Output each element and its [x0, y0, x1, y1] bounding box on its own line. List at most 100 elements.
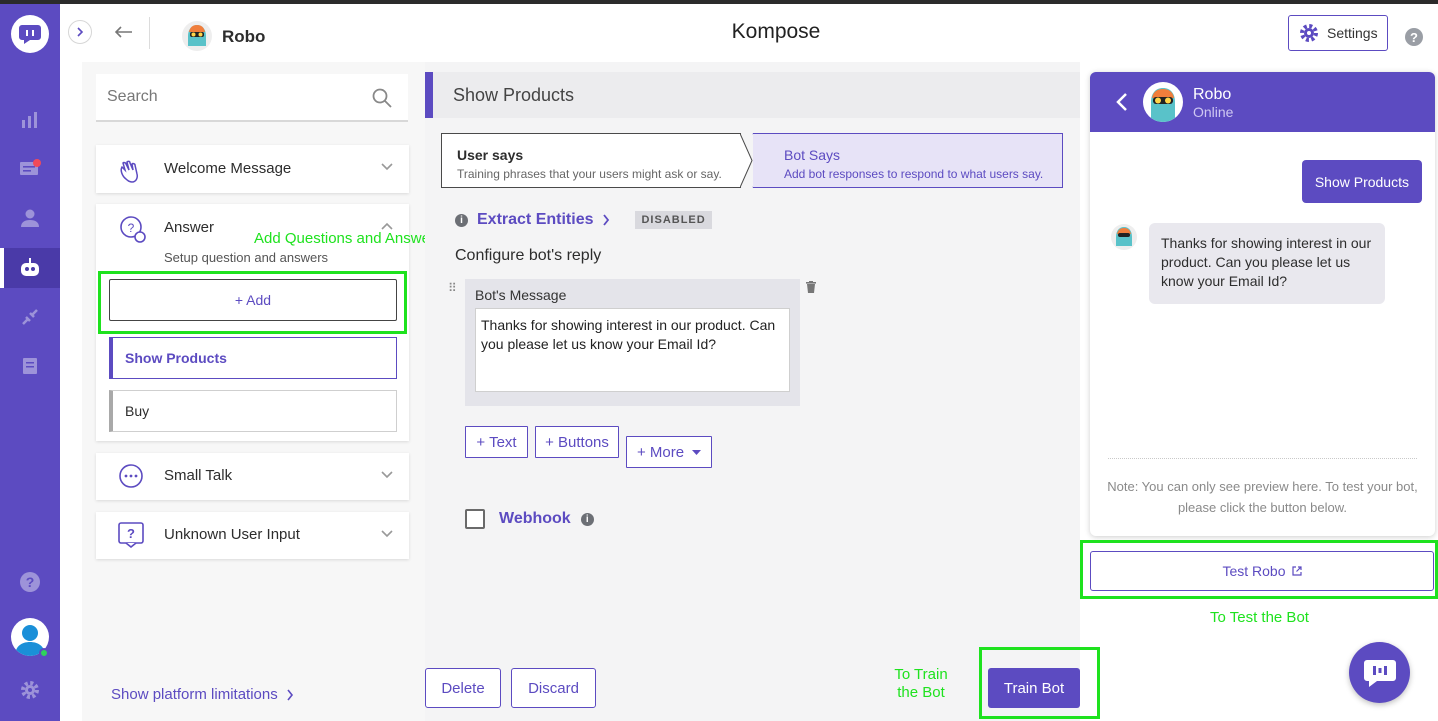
- extract-entities-row[interactable]: i Extract Entities DISABLED: [455, 211, 712, 229]
- chat-preview: Robo Online Show Products Thanks for sho…: [1090, 72, 1435, 536]
- logo-chat-icon[interactable]: [11, 15, 49, 53]
- bot-chat-avatar: [1110, 223, 1138, 251]
- back-button[interactable]: [112, 20, 136, 44]
- external-link-icon: [1291, 566, 1302, 576]
- add-intent-button[interactable]: + Add: [109, 279, 397, 321]
- chevron-right-icon: [77, 27, 84, 37]
- annotation-train-line1: To Train: [894, 666, 948, 683]
- user-says-title: User says: [457, 147, 524, 163]
- chevron-left-icon[interactable]: [1116, 92, 1128, 112]
- answer-subtitle: Setup question and answers: [164, 250, 329, 265]
- chevron-up-icon[interactable]: [381, 222, 393, 230]
- intent-item-show-products[interactable]: Show Products: [109, 337, 397, 379]
- train-bot-button[interactable]: Train Bot: [988, 668, 1080, 708]
- welcome-title: Welcome Message: [164, 160, 292, 177]
- info-icon: i: [455, 213, 468, 227]
- intent-item-buy[interactable]: Buy: [109, 390, 397, 432]
- page-title: Kompose: [731, 20, 821, 43]
- intent-group-small-talk[interactable]: Small Talk: [96, 453, 409, 500]
- help-icon[interactable]: ?: [1405, 28, 1423, 46]
- users-icon[interactable]: [0, 198, 60, 238]
- preview-header: Robo Online: [1090, 72, 1435, 132]
- preview-divider: [1108, 458, 1417, 459]
- question-box-icon: ?: [118, 522, 144, 548]
- reports-icon[interactable]: [0, 346, 60, 386]
- search-icon: [372, 88, 392, 108]
- small-talk-title: Small Talk: [164, 467, 233, 484]
- intent-group-unknown[interactable]: ? Unknown User Input: [96, 512, 409, 559]
- svg-text:?: ?: [128, 221, 135, 235]
- test-bot-button[interactable]: Test Robo: [1090, 551, 1434, 591]
- chat-widget-button[interactable]: [1349, 642, 1410, 703]
- chevron-down-icon: [381, 163, 393, 171]
- sidebar-expand-button[interactable]: [68, 20, 92, 44]
- annotation-train-line2: the Bot: [897, 684, 945, 701]
- gear-icon: [1300, 24, 1318, 42]
- caret-down-icon: [692, 449, 702, 455]
- settings-button[interactable]: Settings: [1288, 15, 1388, 51]
- chevron-right-icon: [287, 689, 293, 700]
- webhook-checkbox[interactable]: [465, 509, 485, 529]
- intent-title: Show Products: [425, 72, 1080, 118]
- left-rail: ?: [0, 4, 60, 721]
- tab-bot-says[interactable]: Bot Says Add bot responses to respond to…: [753, 133, 1063, 188]
- svg-text:?: ?: [26, 574, 35, 590]
- chat-bubble-icon: [1363, 659, 1396, 687]
- preview-bot-avatar: [1143, 82, 1183, 122]
- unknown-title: Unknown User Input: [164, 526, 300, 543]
- bot-message-bubble: Thanks for showing interest in our produ…: [1149, 223, 1385, 304]
- bot-message-card: Bot's Message Thanks for showing interes…: [465, 279, 800, 406]
- question-bubble-icon: ?: [120, 216, 146, 243]
- platform-limitations-link[interactable]: Show platform limitations: [111, 686, 294, 703]
- search-placeholder: Search: [107, 88, 158, 105]
- settings-label: Settings: [1327, 25, 1378, 41]
- window-top-strip: [0, 0, 1438, 4]
- chevron-right-icon: [603, 214, 610, 226]
- header-divider: [149, 17, 150, 49]
- info-icon: i: [580, 512, 594, 526]
- wave-hand-icon: [120, 160, 138, 183]
- configure-reply-label: Configure bot's reply: [455, 247, 602, 264]
- analytics-icon[interactable]: [0, 100, 60, 140]
- discard-button[interactable]: Discard: [511, 668, 596, 708]
- settings-icon[interactable]: [0, 670, 60, 710]
- trash-icon[interactable]: [806, 281, 816, 293]
- chevron-down-icon: [381, 471, 393, 479]
- tab-user-says[interactable]: User says Training phrases that your use…: [441, 133, 741, 188]
- annotation-test: To Test the Bot: [1210, 609, 1309, 626]
- preview-bot-name: Robo: [1193, 86, 1232, 103]
- answer-title[interactable]: Answer: [164, 219, 214, 236]
- bot-avatar: [181, 20, 213, 52]
- annotation-add-qa: Add Questions and Answers: [254, 230, 443, 247]
- bot-message-label: Bot's Message: [475, 287, 567, 303]
- search-input[interactable]: Search: [96, 74, 408, 122]
- annotation-train: To Train the Bot: [893, 666, 949, 702]
- preview-note: Note: You can only see preview here. To …: [1107, 479, 1418, 515]
- user-says-subtitle: Training phrases that your users might a…: [457, 167, 722, 181]
- svg-text:?: ?: [127, 526, 135, 541]
- bot-says-title: Bot Says: [784, 147, 841, 163]
- conversations-icon[interactable]: [0, 149, 60, 189]
- webhook-label[interactable]: Webhook: [499, 510, 571, 528]
- help-icon[interactable]: ?: [0, 562, 60, 602]
- preview-status: Online: [1193, 104, 1234, 120]
- drag-handle-icon[interactable]: ⠿: [448, 281, 457, 295]
- bot-message-textarea[interactable]: Thanks for showing interest in our produ…: [475, 308, 790, 392]
- online-status-dot: [39, 648, 49, 658]
- test-bot-label: Test Robo: [1222, 563, 1286, 579]
- bot-says-subtitle: Add bot responses to respond to what use…: [784, 167, 1044, 181]
- intent-group-welcome[interactable]: Welcome Message: [96, 145, 409, 193]
- more-dropdown[interactable]: + More: [626, 436, 712, 468]
- user-message-bubble: Show Products: [1301, 160, 1422, 203]
- delete-button[interactable]: Delete: [425, 668, 501, 708]
- chevron-down-icon: [381, 530, 393, 538]
- bot-name: Robo: [222, 27, 266, 46]
- bot-icon[interactable]: [0, 248, 60, 288]
- integrations-icon[interactable]: [0, 297, 60, 337]
- add-buttons-button[interactable]: + Buttons: [535, 426, 619, 458]
- webhook-row: Webhook i: [465, 509, 594, 529]
- extract-entities-label[interactable]: Extract Entities: [477, 211, 593, 229]
- chat-dots-icon: [119, 464, 143, 488]
- add-text-button[interactable]: + Text: [465, 426, 528, 458]
- status-badge: DISABLED: [635, 211, 712, 229]
